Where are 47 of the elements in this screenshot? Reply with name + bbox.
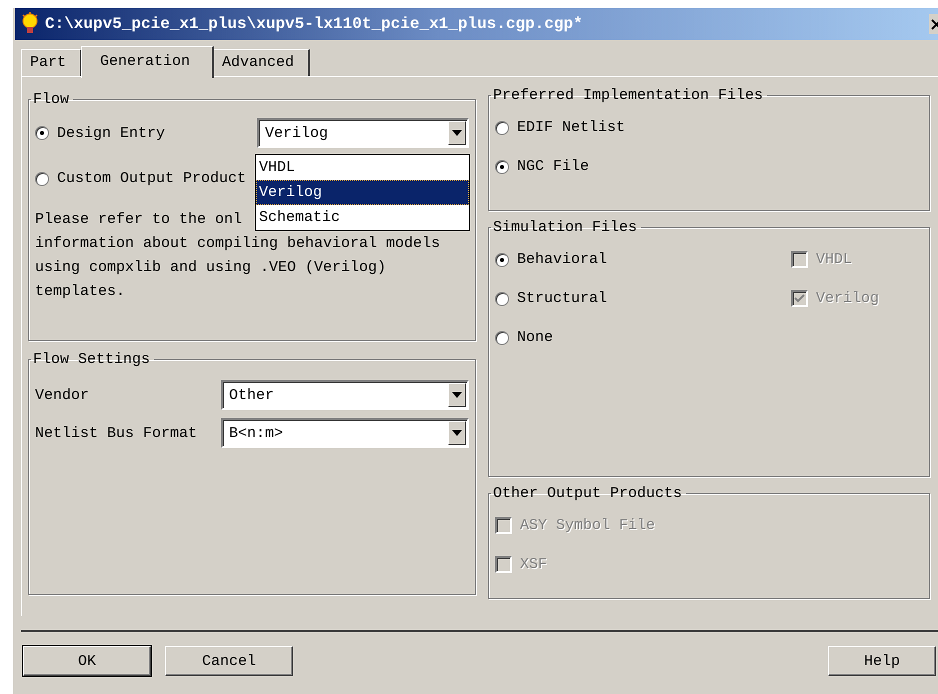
dropdown[interactable]: Other [221, 380, 469, 410]
design-entry-dropdown[interactable]: Verilog [257, 118, 469, 148]
checkbox-label: VHDL [816, 251, 852, 268]
group-title: Flow Settings [32, 351, 152, 368]
radio-button[interactable] [495, 120, 509, 134]
group-title: Other Output Products [492, 485, 684, 502]
dropdown-option[interactable]: Schematic [256, 205, 469, 230]
group-title: Preferred Implementation Files [492, 87, 764, 104]
group-title: Flow [32, 91, 70, 108]
radio-label: Design Entry [57, 124, 166, 142]
help-button[interactable]: Help [828, 646, 936, 676]
radio-button[interactable] [495, 252, 509, 266]
radio-label: Custom Output Product [57, 170, 246, 187]
tab[interactable]: Generation [81, 46, 214, 78]
dropdown-option[interactable]: Verilog [256, 180, 469, 205]
dropdown[interactable]: B<n:m> [221, 418, 469, 448]
radio-button[interactable] [35, 172, 49, 186]
checkbox-label: Verilog [816, 290, 880, 307]
radio-label: NGC File [517, 158, 590, 175]
dropdown-option[interactable]: VHDL [256, 155, 469, 180]
cancel-button[interactable]: Cancel [165, 646, 293, 676]
field-label: Vendor [35, 386, 90, 404]
window-title: C:\xupv5_pcie_x1_plus\xupv5-lx110t_pcie_x1_plus.cgp.cgp* [45, 15, 583, 33]
note-text: information about compiling behavioral models [35, 234, 440, 254]
radio-label: Structural [517, 290, 608, 307]
ok-button[interactable]: OK [23, 646, 151, 676]
checkbox-label: ASY Symbol File [520, 517, 656, 534]
checkbox-label: XSF [520, 556, 548, 573]
note-text: templates. [35, 282, 126, 302]
radio-label: EDIF Netlist [517, 119, 626, 136]
note-text: using compxlib and using .VEO (Verilog) [35, 258, 386, 278]
radio-button[interactable] [495, 330, 509, 344]
radio-button[interactable] [495, 292, 509, 306]
radio-button[interactable] [495, 160, 509, 174]
field-label: Netlist Bus Format [35, 424, 198, 442]
close-icon[interactable] [929, 14, 938, 34]
radio-button[interactable] [35, 126, 49, 140]
radio-label: None [517, 329, 554, 346]
tab[interactable]: Advanced [213, 49, 310, 76]
note-text: Please refer to the onl [35, 210, 242, 230]
caret-icon [452, 392, 462, 398]
radio-label: Behavioral [517, 251, 608, 268]
caret-icon [452, 430, 462, 436]
lightbulb-icon [21, 12, 39, 36]
caret-icon [452, 130, 462, 136]
checkmark-icon [794, 294, 805, 304]
group-title: Simulation Files [492, 219, 638, 236]
